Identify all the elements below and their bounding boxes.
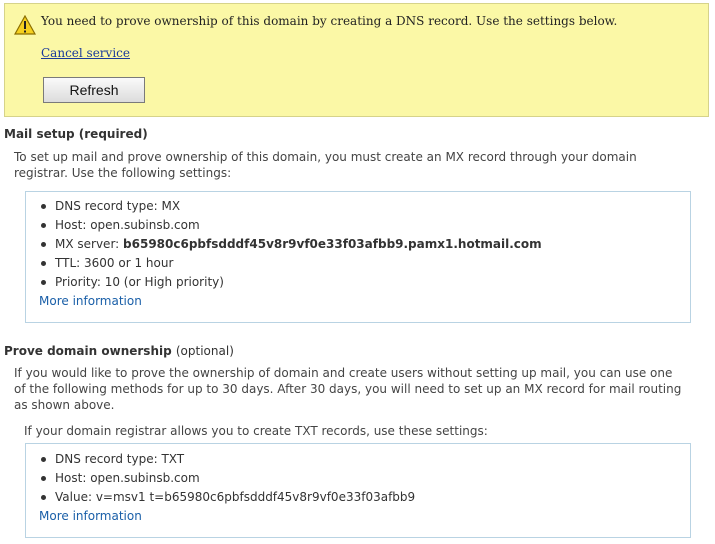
prove-ownership-heading: Prove domain ownership (optional) (4, 344, 234, 358)
txt-setting-value: Value: v=msv1 t=b65980c6pbfsdddf45v8r9vf… (26, 488, 690, 507)
cancel-service-link[interactable]: Cancel service (41, 46, 130, 60)
mx-setting-priority: Priority: 10 (or High priority) (26, 273, 690, 292)
ownership-notice: You need to prove ownership of this doma… (4, 3, 709, 117)
txt-more-information-link[interactable]: More information (26, 507, 690, 526)
txt-setting-host: Host: open.subinsb.com (26, 469, 690, 488)
txt-setting-type: DNS record type: TXT (26, 450, 690, 469)
mail-setup-intro: To set up mail and prove ownership of th… (14, 150, 637, 180)
refresh-button[interactable]: Refresh (43, 77, 145, 103)
txt-record-intro: If your domain registrar allows you to c… (24, 424, 488, 438)
mail-setup-heading: Mail setup (required) (4, 127, 148, 141)
mx-settings-box: DNS record type: MX Host: open.subinsb.c… (25, 191, 691, 323)
mx-setting-host: Host: open.subinsb.com (26, 216, 690, 235)
warning-icon (14, 15, 36, 35)
notice-message: You need to prove ownership of this doma… (41, 14, 618, 28)
mx-more-information-link[interactable]: More information (26, 292, 690, 311)
txt-settings-box: DNS record type: TXT Host: open.subinsb.… (25, 443, 691, 538)
prove-ownership-intro: If you would like to prove the ownership… (14, 366, 682, 412)
mx-setting-type: DNS record type: MX (26, 197, 690, 216)
mx-setting-server: MX server: b65980c6pbfsdddf45v8r9vf0e33f… (26, 235, 690, 254)
mx-setting-ttl: TTL: 3600 or 1 hour (26, 254, 690, 273)
